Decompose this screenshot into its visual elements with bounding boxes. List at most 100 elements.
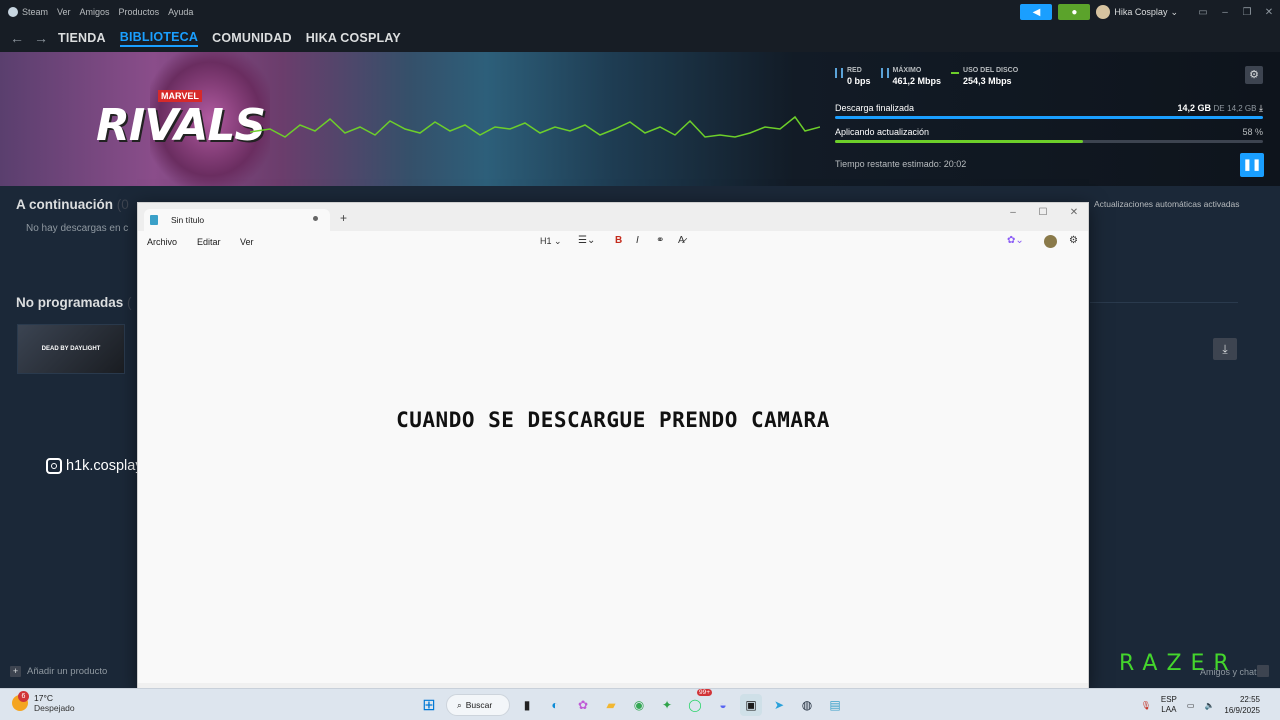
notepad-taskbar-icon[interactable]: ▤ bbox=[824, 694, 846, 716]
menu-ayuda[interactable]: Ayuda bbox=[168, 7, 193, 17]
big-picture-icon[interactable]: ▭ bbox=[1192, 7, 1214, 18]
download-icon: ⤓ bbox=[1259, 103, 1263, 113]
maximize-button[interactable]: ❐ bbox=[1236, 7, 1258, 18]
italic-icon[interactable]: I bbox=[636, 235, 639, 246]
clock[interactable]: 22:55 16/9/2025 bbox=[1224, 694, 1260, 716]
menu-archivo[interactable]: Archivo bbox=[147, 237, 177, 247]
notepad-close-button[interactable]: ✕ bbox=[1059, 207, 1089, 218]
taskbar-apps: ⊞ ⌕ Buscar ▮ ◐ ✿ ▰ ◉ ✦ ◯ 99+ ◒ ▣ ➤ ◍ ▤ bbox=[418, 689, 846, 717]
continuation-heading: A continuación (0 bbox=[16, 197, 129, 212]
nav-comunidad[interactable]: COMUNIDAD bbox=[212, 31, 292, 45]
download-stats: RED 0 bps MÁXIMO 461,2 Mbps USO DEL DISCO 2… bbox=[835, 67, 1018, 86]
volume-icon[interactable]: 🔈 bbox=[1204, 701, 1214, 710]
edge-icon[interactable]: ◐ bbox=[544, 694, 566, 716]
update-status-row: Aplicando actualización 58 % bbox=[835, 127, 1263, 137]
nav-profile[interactable]: HIKA COSPLAY bbox=[306, 31, 401, 45]
nav-tienda[interactable]: TIENDA bbox=[58, 31, 106, 45]
avatar bbox=[1096, 5, 1111, 19]
system-tray: 🎙 ESP LAA ▭ 🔈 22:55 16/9/2025 bbox=[1141, 694, 1260, 716]
close-button[interactable]: ✕ bbox=[1258, 7, 1280, 18]
menu-ver-notepad[interactable]: Ver bbox=[240, 237, 254, 247]
copilot-icon[interactable]: ✿⌄ bbox=[1007, 235, 1024, 246]
minimize-button[interactable]: – bbox=[1214, 7, 1236, 18]
copilot-taskbar-icon[interactable]: ✿ bbox=[572, 694, 594, 716]
bold-icon[interactable]: B bbox=[615, 235, 622, 246]
xbox-icon[interactable]: ✦ bbox=[656, 694, 678, 716]
steam-taskbar-icon[interactable]: ◍ bbox=[796, 694, 818, 716]
language-indicator[interactable]: ESP LAA bbox=[1161, 695, 1177, 715]
megaphone-icon: ◀ bbox=[1032, 6, 1041, 18]
download-status: Descarga finalizada bbox=[835, 103, 915, 113]
settings-gear-icon[interactable]: ⚙ bbox=[1069, 235, 1078, 246]
download-size: 14,2 GB DE 14,2 GB ⤓ bbox=[1177, 103, 1263, 113]
telegram-icon[interactable]: ➤ bbox=[768, 694, 790, 716]
line-icon bbox=[951, 72, 960, 74]
instagram-icon bbox=[46, 458, 62, 474]
clear-format-icon[interactable]: A̷ bbox=[678, 235, 685, 246]
list-icon[interactable]: ☰⌄ bbox=[578, 235, 595, 246]
download-progress-bar bbox=[835, 116, 1263, 119]
menu-productos[interactable]: Productos bbox=[119, 7, 160, 17]
document-text[interactable]: CUANDO SE DESCARGUE PRENDO CAMARA bbox=[138, 408, 1088, 432]
notepad-maximize-button[interactable]: ☐ bbox=[1028, 207, 1058, 218]
plus-icon: + bbox=[10, 666, 21, 677]
pause-button[interactable]: ❚❚ bbox=[1240, 153, 1264, 177]
chat-icon[interactable] bbox=[1257, 665, 1269, 677]
taskbar-search[interactable]: ⌕ Buscar bbox=[446, 694, 510, 716]
new-tab-button[interactable]: + bbox=[340, 211, 347, 225]
weather-condition: Despejado bbox=[34, 703, 75, 713]
link-icon[interactable]: ⚭ bbox=[656, 235, 664, 246]
menu-amigos[interactable]: Amigos bbox=[80, 7, 110, 17]
menu-editar[interactable]: Editar bbox=[197, 237, 221, 247]
file-explorer-icon[interactable]: ▰ bbox=[600, 694, 622, 716]
game-thumbnail[interactable]: DEAD BY DAYLIGHT bbox=[17, 324, 125, 374]
steam-top-right: ◀ ● Hika Cosplay ⌄ ▭ – ❐ ✕ bbox=[1020, 0, 1280, 24]
stat-disk: USO DEL DISCO 254,3 Mbps bbox=[951, 67, 1018, 86]
tab-title: Sin título bbox=[171, 215, 205, 225]
update-percent: 58 % bbox=[1242, 127, 1263, 137]
bars-icon bbox=[880, 68, 889, 78]
account-icon[interactable] bbox=[1044, 235, 1057, 248]
forward-arrow-icon[interactable]: → bbox=[34, 30, 48, 46]
unsaved-dot-icon bbox=[313, 216, 318, 221]
chevron-down-icon: ⌄ bbox=[1170, 6, 1178, 17]
streaming-app-icon[interactable]: ▣ bbox=[740, 694, 762, 716]
whatsapp-icon[interactable]: ◯ 99+ bbox=[684, 689, 712, 716]
back-arrow-icon[interactable]: ← bbox=[10, 30, 24, 46]
heading-select[interactable]: H1 ⌄ bbox=[540, 236, 562, 247]
network-icon[interactable]: ▭ bbox=[1187, 701, 1195, 710]
menu-ver[interactable]: Ver bbox=[57, 7, 71, 17]
download-status-row: Descarga finalizada 14,2 GB DE 14,2 GB ⤓ bbox=[835, 103, 1263, 114]
pause-icon: ❚❚ bbox=[1242, 159, 1262, 171]
unscheduled-heading: No programadas ( bbox=[16, 295, 132, 310]
windows-start-icon[interactable]: ⊞ bbox=[418, 694, 440, 716]
weather-widget[interactable]: 6 17°C Despejado bbox=[12, 691, 75, 713]
download-settings-button[interactable]: ⚙ bbox=[1245, 66, 1263, 84]
steam-navbar: ← → TIENDA BIBLIOTECA COMUNIDAD HIKA COS… bbox=[0, 24, 1280, 52]
bell-icon: ● bbox=[1071, 6, 1078, 18]
instagram-watermark: h1k.cosplay bbox=[46, 458, 143, 474]
download-button[interactable]: ⤓ bbox=[1213, 338, 1237, 360]
task-view-icon[interactable]: ▮ bbox=[516, 694, 538, 716]
no-downloads-text: No hay descargas en c bbox=[26, 223, 129, 234]
chrome-icon[interactable]: ◉ bbox=[628, 694, 650, 716]
notepad-minimize-button[interactable]: – bbox=[998, 207, 1028, 218]
microphone-icon[interactable]: 🎙 bbox=[1141, 701, 1151, 710]
divider bbox=[1090, 302, 1238, 303]
auto-updates-text: Actualizaciones automáticas activadas bbox=[1094, 199, 1240, 209]
downloads-banner: MARVEL RIVALS RED 0 bps MÁXIMO 461,2 Mbps … bbox=[0, 52, 1280, 186]
announcements-button[interactable]: ◀ bbox=[1020, 4, 1053, 20]
user-menu[interactable]: Hika Cosplay ⌄ bbox=[1096, 5, 1178, 19]
friends-chat-button[interactable]: Amigos y chat bbox=[1200, 667, 1257, 677]
weather-badge: 6 bbox=[18, 691, 29, 702]
notifications-button[interactable]: ● bbox=[1058, 4, 1091, 20]
nav-biblioteca[interactable]: BIBLIOTECA bbox=[119, 30, 199, 47]
update-status: Aplicando actualización bbox=[835, 127, 930, 137]
notepad-tab[interactable]: Sin título bbox=[144, 209, 330, 231]
update-progress-bar bbox=[835, 140, 1263, 143]
menu-steam[interactable]: Steam bbox=[8, 7, 48, 17]
rivals-logo: RIVALS bbox=[96, 100, 266, 151]
discord-icon[interactable]: ◒ bbox=[712, 694, 734, 716]
add-product-button[interactable]: + Añadir un producto bbox=[10, 666, 107, 677]
stat-peak: MÁXIMO 461,2 Mbps bbox=[880, 67, 941, 86]
